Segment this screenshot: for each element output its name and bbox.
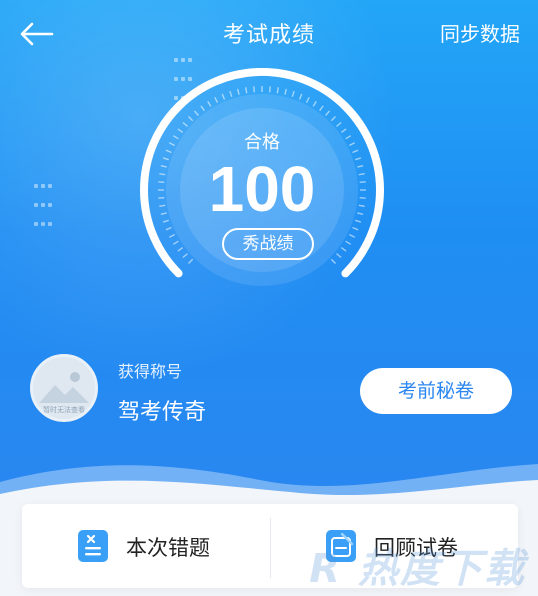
hero-background: 考试成绩 同步数据 合格 100 秀战绩 暂时无法查看 获得称号 驾考传奇 考前…: [0, 0, 538, 520]
pre-exam-secret-button[interactable]: 考前秘卷: [360, 368, 512, 414]
show-record-button[interactable]: 秀战绩: [222, 228, 314, 260]
decorative-dots: [32, 174, 62, 231]
avatar-caption: 暂时无法查看: [43, 406, 85, 414]
wrong-questions-icon: [78, 530, 108, 562]
pass-label: 合格: [244, 132, 280, 153]
avatar: 暂时无法查看: [30, 354, 98, 422]
score-center: 合格 100 秀战绩: [132, 68, 392, 308]
sync-data-button[interactable]: 同步数据: [440, 18, 520, 47]
wrong-questions-label: 本次错题: [126, 536, 210, 560]
title-value: 驾考传奇: [118, 400, 207, 425]
watermark-logo: R 热度下载: [309, 546, 526, 592]
score-value: 100: [208, 153, 316, 225]
title-label: 获得称号: [118, 362, 183, 381]
wrong-questions-button[interactable]: 本次错题: [22, 504, 270, 588]
